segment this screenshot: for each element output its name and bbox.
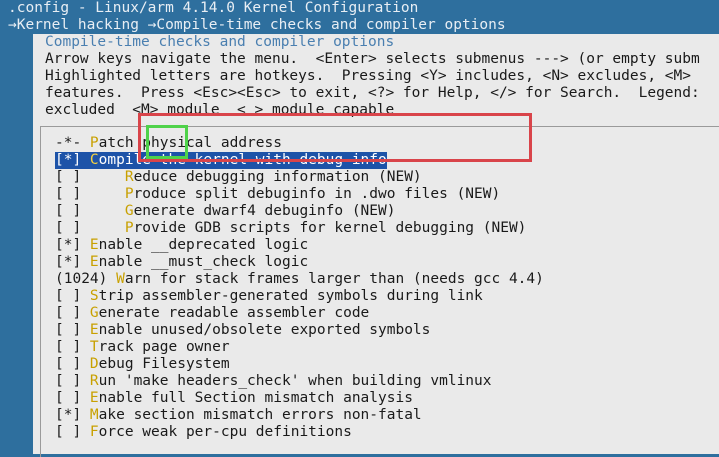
menu-item[interactable]: [*] Enable __deprecated logic [55,237,308,254]
menu-item-state: [ ] [55,169,125,185]
help-line: features. Press <Esc><Esc> to exit, <?> … [45,85,700,101]
menu-item[interactable]: [ ] Enable unused/obsolete exported symb… [55,322,430,339]
menu-item-label: arn for stack frames larger than (needs … [124,271,544,287]
menu-item[interactable]: [ ] Track page owner [55,339,230,356]
menu-item-hotkey: P [124,220,134,236]
menu-item-label: nable __must_check logic [98,254,309,270]
menu-item-label: roduce split debuginfo in .dwo files (NE… [133,186,501,202]
menu-item-label: trip assembler-generated symbols during … [98,288,483,304]
terminal-window: { "header": { "config_path": ".config - … [0,0,719,457]
menu-item-hotkey: W [116,271,125,287]
menu-item-label: educe debugging information (NEW) [133,169,422,185]
menu-item-state: [ ] [55,203,125,219]
menu-item-state: [*] [55,237,90,253]
menu-item[interactable]: [ ] Enable full Section mismatch analysi… [55,390,413,407]
menu-item[interactable]: [ ] Generate dwarf4 debuginfo (NEW) [55,203,395,220]
menu-item-state: [ ] [55,220,125,236]
menu-item[interactable]: (1024) Warn for stack frames larger than… [55,271,544,288]
menu-item-hotkey: R [89,373,99,389]
menu-item-state: [ ] [55,339,90,355]
menu-item-label: rack page owner [98,339,230,355]
menu-item-label: orce weak per-cpu definitions [98,424,352,440]
breadcrumb: →Kernel hacking →Compile-time checks and… [8,17,506,33]
menu-item-hotkey: R [124,169,134,185]
help-line: Arrow keys navigate the menu. <Enter> se… [45,51,700,67]
menu-item-label: enerate dwarf4 debuginfo (NEW) [133,203,396,219]
menu-item[interactable]: [ ] Reduce debugging information (NEW) [55,169,422,186]
menu-item-hotkey: S [89,288,99,304]
menu-item[interactable]: [ ] Force weak per-cpu definitions [55,424,352,441]
menu-item-hotkey: C [89,152,99,168]
menu-item-state: [ ] [55,390,90,406]
menu-item[interactable]: [ ] Provide GDB scripts for kernel debug… [55,220,526,237]
menu-item-label: ake section mismatch errors non-fatal [98,407,422,423]
menu-item-hotkey: E [89,390,99,406]
menu-item[interactable]: [ ] Produce split debuginfo in .dwo file… [55,186,500,203]
menu-item-label: un 'make headers_check' when building vm… [98,373,492,389]
menu-item-state: -*- [55,135,90,151]
menu-item-state: [ ] [55,424,90,440]
config-path-header: .config - Linux/arm 4.14.0 Kernel Config… [8,0,419,16]
menu-item-label: ebug Filesystem [98,356,230,372]
menu-item-hotkey: P [89,135,99,151]
menu-item-label: nable __deprecated logic [98,237,309,253]
annotation-highlight-box [138,113,532,162]
menu-item-label: enerate readable assembler code [98,305,370,321]
annotation-checkbox-box [146,125,188,159]
menu-item[interactable]: [*] Enable __must_check logic [55,254,308,271]
menu-item-state: [*] [55,407,90,423]
menu-item-state: [ ] [55,186,125,202]
menu-item[interactable]: [ ] Generate readable assembler code [55,305,369,322]
menu-item-state: (1024) [55,271,117,287]
menu-item-state: [ ] [55,288,90,304]
menu-item-state: [ ] [55,305,90,321]
menu-item[interactable]: [ ] Debug Filesystem [55,356,230,373]
menu-item-label: rovide GDB scripts for kernel debugging … [133,220,527,236]
menu-item-hotkey: M [89,407,99,423]
dialog-title: Compile-time checks and compiler options [41,34,399,51]
menu-item-hotkey: G [124,203,134,219]
menu-item-hotkey: E [89,254,99,270]
menu-item-hotkey: E [89,322,99,338]
menu-item-hotkey: D [89,356,99,372]
menu-item-label: nable full Section mismatch analysis [98,390,413,406]
menu-item-hotkey: G [89,305,99,321]
menu-item-state: [ ] [55,373,90,389]
menu-item-hotkey: F [89,424,99,440]
menu-item-state: [*] [55,254,90,270]
menu-item-state: [ ] [55,356,90,372]
menu-item-hotkey: P [124,186,134,202]
menu-item[interactable]: [*] Make section mismatch errors non-fat… [55,407,422,424]
menu-item-hotkey: T [89,339,99,355]
menu-item-hotkey: E [89,237,99,253]
menu-item-state: [*] [55,152,90,168]
menu-item[interactable]: [ ] Strip assembler-generated symbols du… [55,288,483,305]
menu-item-label: nable unused/obsolete exported symbols [98,322,431,338]
menu-item-state: [ ] [55,322,90,338]
menu-item[interactable]: [ ] Run 'make headers_check' when buildi… [55,373,492,390]
help-line: Highlighted letters are hotkeys. Pressin… [45,68,692,84]
